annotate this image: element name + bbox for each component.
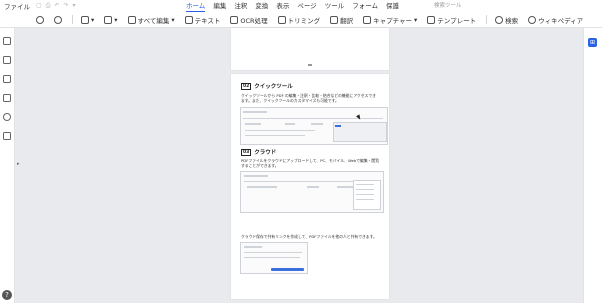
section-title: クラウド (254, 150, 277, 156)
tab-annotate[interactable]: 注釈 (234, 0, 255, 12)
print-icon[interactable]: ⎙ (46, 2, 51, 10)
divider (486, 15, 488, 24)
cloud-screenshot (240, 171, 384, 213)
template-icon (427, 15, 436, 24)
file-menu[interactable]: ファイル (4, 1, 30, 11)
wikipedia-icon (528, 15, 537, 24)
tab-protect[interactable]: 保護 (386, 0, 407, 12)
search-panel-icon[interactable] (3, 113, 11, 121)
translate-icon (330, 15, 339, 24)
dropdown-icon[interactable]: ▾ (73, 2, 76, 10)
tab-edit[interactable]: 編集 (213, 0, 234, 12)
section-heading: 03 クラウド (241, 148, 276, 156)
tab-home[interactable]: ホーム (186, 0, 213, 12)
wikipedia-button[interactable]: ウィキペディア (528, 15, 583, 25)
redo-icon[interactable]: ↷ (64, 2, 69, 10)
search-button[interactable]: 検索 (495, 15, 518, 25)
quick-tools-screenshot (240, 107, 388, 145)
properties-icon[interactable]: ⊞ (588, 38, 597, 47)
template-button[interactable]: テンプレート (427, 15, 476, 25)
page-mark (308, 64, 312, 66)
document-page: 02 クイックツール クイックツールから PDF の編集・注釈・比較・結合などの… (231, 74, 389, 299)
search-tools-field[interactable]: 検索ツール (434, 0, 462, 12)
undo-icon[interactable]: ↶ (54, 2, 59, 10)
tab-tools[interactable]: ツール (325, 0, 353, 12)
section-title: クイックツール (254, 84, 293, 90)
divider (72, 15, 73, 24)
camera-icon (363, 15, 372, 24)
zoom-in-icon (54, 15, 62, 24)
toolbar: ▾ ▾ すべて編集 ▾ テキスト OCR処理 トリミング 翻訳 キャプチャー ▾ テ… (0, 12, 602, 28)
section-number: 02 (241, 82, 252, 90)
section-text: クイックツールから PDF の編集・注釈・比較・結合などの機能にアクセスできます… (241, 93, 376, 103)
highlighter-icon (81, 15, 89, 24)
text-button[interactable]: テキスト (184, 15, 220, 25)
pen-icon (127, 15, 136, 24)
zoom-out-button[interactable] (36, 15, 44, 24)
left-sidebar: ? (0, 28, 15, 303)
layers-icon[interactable] (3, 132, 11, 140)
zoom-in-button[interactable] (54, 15, 62, 24)
section-heading: 02 クイックツール (241, 82, 293, 90)
shape-button[interactable]: ▾ (104, 15, 118, 24)
attachment-icon[interactable] (3, 94, 11, 102)
ribbon-tabs: ホーム 編集 注釈 変換 表示 ページ ツール フォーム 保護 (186, 0, 407, 12)
tab-form[interactable]: フォーム (352, 0, 386, 12)
ocr-button[interactable]: OCR処理 (230, 15, 268, 25)
share-link-screenshot (240, 242, 308, 274)
rectangle-icon (104, 15, 113, 24)
tab-convert[interactable]: 変換 (255, 0, 276, 12)
quick-access: ▢ ⎙ ↶ ↷ ▾ (36, 2, 76, 10)
edit-all-button[interactable]: すべて編集 ▾ (127, 15, 175, 25)
document-page (231, 28, 389, 70)
help-icon[interactable]: ? (2, 290, 12, 300)
tab-view[interactable]: 表示 (276, 0, 297, 12)
section-number: 03 (241, 148, 252, 156)
search-icon (495, 15, 504, 24)
new-doc-icon[interactable]: ▢ (36, 2, 42, 10)
highlight-button[interactable]: ▾ (81, 15, 94, 24)
comment-icon[interactable] (3, 75, 11, 83)
collapse-panel-icon[interactable]: ▸ (17, 161, 20, 167)
right-sidebar: ⊞ (583, 28, 602, 303)
text-icon (184, 15, 193, 24)
zoom-out-icon (36, 15, 44, 24)
ocr-icon (230, 15, 239, 24)
bookmark-icon[interactable] (3, 56, 11, 64)
trim-button[interactable]: トリミング (277, 15, 320, 25)
crop-icon (277, 15, 286, 24)
section-text: PDFファイルをクラウドにアップロードして、PC、モバイル、Webで編集・閲覧す… (241, 158, 380, 168)
capture-button[interactable]: キャプチャー ▾ (363, 15, 417, 25)
thumbnails-icon[interactable] (3, 37, 11, 45)
translate-button[interactable]: 翻訳 (330, 15, 353, 25)
section-text: クラウド保存で共有リンクを作成して、PDFファイルを他の人と共有できます。 (241, 234, 377, 239)
tab-page[interactable]: ページ (297, 0, 324, 12)
